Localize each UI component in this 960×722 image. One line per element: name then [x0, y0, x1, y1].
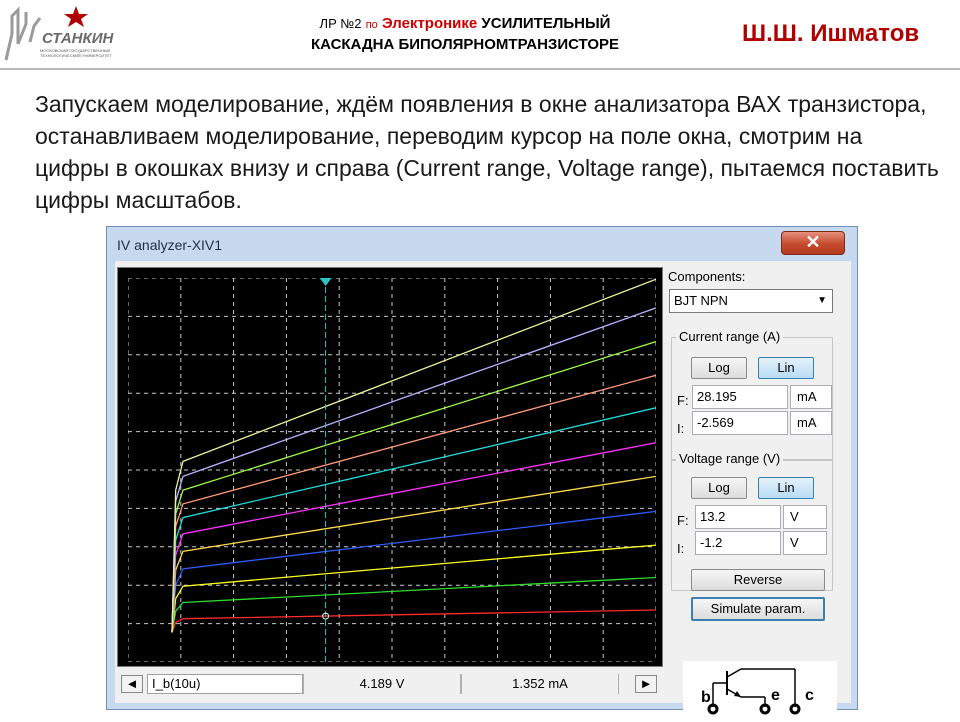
transistor-symbol: b e c	[683, 661, 837, 717]
iv-curve-5	[171, 475, 656, 633]
components-label: Components:	[668, 269, 746, 284]
voltage-f-label: F:	[677, 513, 689, 528]
voltage-readout: 4.189 V	[303, 674, 461, 694]
instruction-text: Запускаем моделирование, ждём появления …	[35, 91, 939, 213]
scope-status-bar: ◄ I_b(10u) 4.189 V 1.352 mA ►	[117, 671, 663, 697]
cursor-marker-icon	[319, 278, 332, 286]
current-f-input[interactable]: 28.195	[692, 385, 788, 409]
voltage-f-unit[interactable]: V	[783, 505, 827, 529]
voltage-i-label: I:	[677, 541, 685, 556]
iv-curve-11	[171, 278, 656, 633]
window-title: IV analyzer-XIV1	[117, 237, 223, 253]
current-f-label: F:	[677, 393, 689, 408]
title-lab-number: ЛР №2	[319, 16, 362, 31]
voltage-i-unit[interactable]: V	[783, 531, 827, 555]
iv-curve-2	[171, 576, 656, 633]
component-select[interactable]: BJT NPN ▼	[669, 289, 833, 313]
chevron-down-icon: ▼	[817, 295, 827, 306]
iv-curve-plot[interactable]	[128, 278, 656, 662]
current-i-input[interactable]: -2.569	[692, 411, 788, 435]
voltage-f-input[interactable]: 13.2	[695, 505, 781, 529]
simulate-param-button[interactable]: Simulate param.	[691, 597, 825, 621]
logo-subtext: МОСКОВСКИЙ ГОСУДАРСТВЕННЫЙ ТЕХНОЛОГИЧЕСК…	[40, 48, 112, 58]
pin-c-label: c	[805, 687, 814, 704]
title-topic-1: УСИЛИТЕЛЬНЫЙ	[481, 15, 611, 32]
current-i-label: I:	[677, 421, 685, 436]
close-button[interactable]: ✕	[781, 231, 845, 255]
pin-b-label: b	[701, 689, 711, 706]
current-log-button[interactable]: Log	[691, 357, 747, 379]
header-divider	[0, 68, 960, 70]
current-i-unit[interactable]: mA	[790, 411, 832, 435]
slide-title: ЛР №2 по Электронике УСИЛИТЕЛЬНЫЙ КАСКАД…	[200, 14, 730, 54]
voltage-log-button[interactable]: Log	[691, 477, 747, 499]
component-value: BJT NPN	[674, 293, 728, 308]
current-f-unit[interactable]: mA	[790, 385, 832, 409]
logo-text: СТАНКИН	[42, 30, 114, 47]
pin-e-label: e	[771, 687, 780, 704]
right-arrow-button[interactable]: ►	[635, 675, 657, 693]
stankin-logo: СТАНКИН МОСКОВСКИЙ ГОСУДАРСТВЕННЫЙ ТЕХНО…	[4, 4, 116, 64]
voltage-i-input[interactable]: -1.2	[695, 531, 781, 555]
trace-label-field: I_b(10u)	[147, 674, 303, 694]
title-topic-2: КАСКАДНА БИПОЛЯРНОМТРАНЗИСТОРЕ	[310, 36, 620, 53]
iv-analyzer-window: IV analyzer-XIV1 ✕ ◄ I_b(10u) 4.189 V 1.…	[106, 226, 858, 717]
current-readout: 1.352 mA	[461, 674, 619, 694]
title-subject: Электронике	[381, 15, 478, 32]
window-client-area: ◄ I_b(10u) 4.189 V 1.352 mA ► Components…	[115, 261, 851, 717]
current-range-title: Current range (A)	[676, 329, 784, 344]
reverse-button[interactable]: Reverse	[691, 569, 825, 591]
iv-curve-3	[171, 544, 656, 633]
voltage-range-title: Voltage range (V)	[676, 451, 784, 466]
voltage-lin-button[interactable]: Lin	[758, 477, 814, 499]
left-arrow-button[interactable]: ◄	[121, 675, 143, 693]
title-po: по	[365, 19, 378, 31]
author-name: Ш.Ш. Ишматов	[742, 20, 920, 47]
iv-curve-1	[171, 609, 656, 633]
current-lin-button[interactable]: Lin	[758, 357, 814, 379]
scope-display	[117, 267, 663, 667]
